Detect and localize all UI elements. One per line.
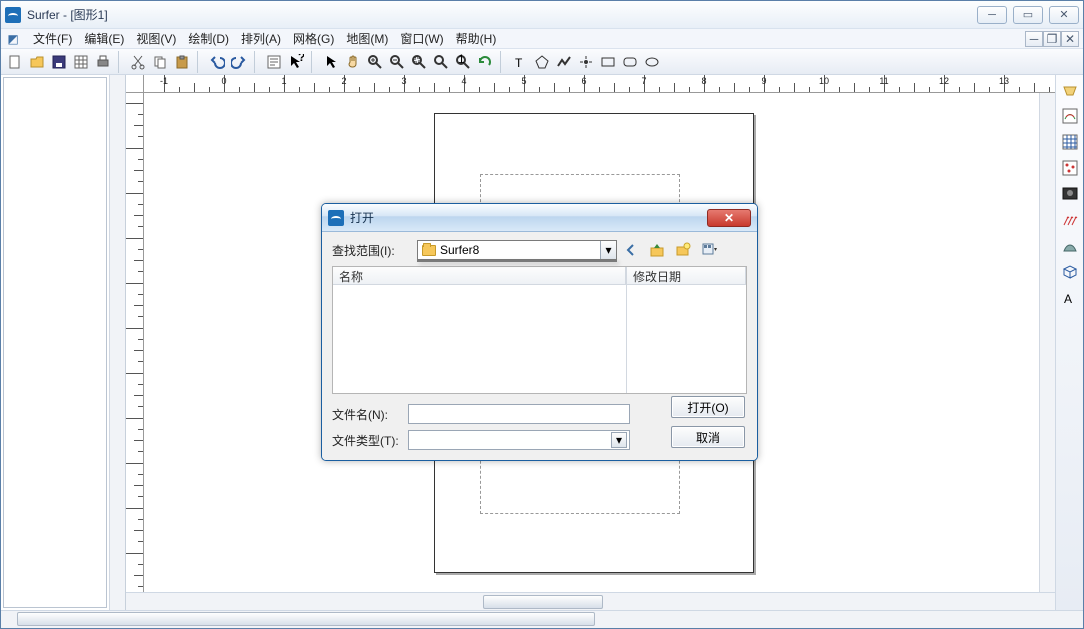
round-rect-icon[interactable] — [620, 52, 640, 72]
look-in-combo[interactable]: Surfer8 ▾ — [417, 240, 617, 260]
look-in-dropdown-tree[interactable] — [417, 260, 617, 262]
mdi-minimize-button[interactable]: ─ — [1025, 31, 1043, 47]
look-in-value: Surfer8 — [440, 243, 479, 257]
mdi-restore-button[interactable]: ❐ — [1043, 31, 1061, 47]
file-list[interactable]: 名称 修改日期 — [332, 266, 747, 394]
mdi-close-button[interactable]: ✕ — [1061, 31, 1079, 47]
help-cursor-icon[interactable]: ? — [286, 52, 306, 72]
polyline-icon[interactable] — [554, 52, 574, 72]
menu-d[interactable]: 绘制(D) — [182, 29, 235, 48]
undo-icon[interactable] — [207, 52, 227, 72]
redo-icon[interactable] — [229, 52, 249, 72]
dock-icon[interactable] — [1059, 79, 1081, 101]
open-icon[interactable] — [27, 52, 47, 72]
horizontal-ruler: -101234567891011121314 — [144, 75, 1055, 93]
menu-f[interactable]: 文件(F) — [27, 29, 78, 48]
print-icon[interactable] — [93, 52, 113, 72]
image-icon[interactable] — [1059, 183, 1081, 205]
app-icon — [5, 7, 21, 23]
map-toolbar: A — [1055, 75, 1083, 610]
mdi-system-icon[interactable]: ◩ — [5, 31, 21, 47]
polygon-icon[interactable] — [532, 52, 552, 72]
svg-text:T: T — [515, 56, 523, 70]
shade-icon[interactable] — [1059, 235, 1081, 257]
contour-icon[interactable] — [1059, 105, 1081, 127]
canvas-vertical-scrollbar[interactable] — [1039, 93, 1055, 592]
zoom-sel-icon[interactable] — [409, 52, 429, 72]
ellipse-icon[interactable] — [642, 52, 662, 72]
open-dialog: 打开 ✕ 查找范围(I): Surfer8 ▾ 名称 修改 — [321, 203, 758, 461]
zoom-fit-icon[interactable] — [431, 52, 451, 72]
chevron-down-icon[interactable]: ▾ — [600, 241, 616, 259]
maximize-button[interactable]: ▭ — [1013, 6, 1043, 24]
dialog-titlebar[interactable]: 打开 ✕ — [322, 204, 757, 232]
chevron-down-icon[interactable]: ▾ — [611, 432, 627, 448]
grid-icon[interactable] — [71, 52, 91, 72]
menu-m[interactable]: 地图(M) — [340, 29, 394, 48]
look-in-label: 查找范围(I): — [332, 242, 402, 259]
filetype-label: 文件类型(T): — [332, 432, 402, 449]
filename-input[interactable] — [408, 404, 630, 424]
ruler-corner — [126, 75, 144, 93]
hand-icon[interactable] — [343, 52, 363, 72]
post-icon[interactable] — [1059, 157, 1081, 179]
canvas-horizontal-scrollbar[interactable] — [126, 592, 1055, 610]
symbol-icon[interactable] — [576, 52, 596, 72]
menu-a[interactable]: 排列(A) — [235, 29, 287, 48]
vertical-ruler — [126, 93, 144, 592]
main-toolbar: ? 1 T — [1, 49, 1083, 75]
zoom-out-icon[interactable] — [387, 52, 407, 72]
new-icon[interactable] — [5, 52, 25, 72]
nav-views-button[interactable] — [698, 240, 720, 260]
nav-back-button[interactable] — [620, 240, 642, 260]
menu-w[interactable]: 窗口(W) — [394, 29, 449, 48]
menu-h[interactable]: 帮助(H) — [450, 29, 503, 48]
window-title: Surfer - [图形1] — [27, 6, 108, 23]
object-manager-panel — [1, 75, 126, 610]
save-icon[interactable] — [49, 52, 69, 72]
open-button[interactable]: 打开(O) — [671, 396, 745, 418]
refresh-icon[interactable] — [475, 52, 495, 72]
svg-text:A: A — [1064, 292, 1072, 306]
nav-new-folder-button[interactable] — [672, 240, 694, 260]
filename-label: 文件名(N): — [332, 406, 402, 423]
paste-icon[interactable] — [172, 52, 192, 72]
menu-g[interactable]: 网格(G) — [287, 29, 340, 48]
object-tree[interactable] — [3, 77, 107, 608]
props-icon[interactable] — [264, 52, 284, 72]
titlebar[interactable]: Surfer - [图形1] ─ ▭ ✕ — [1, 1, 1083, 29]
menu-v[interactable]: 视图(V) — [130, 29, 182, 48]
rect-icon[interactable] — [598, 52, 618, 72]
folder-icon — [422, 245, 436, 256]
vector-icon[interactable] — [1059, 209, 1081, 231]
wireframe-icon[interactable] — [1059, 131, 1081, 153]
nav-up-button[interactable] — [646, 240, 668, 260]
minimize-button[interactable]: ─ — [977, 6, 1007, 24]
svg-text:?: ? — [298, 54, 304, 64]
menu-e[interactable]: 编辑(E) — [78, 29, 130, 48]
column-name-header[interactable]: 名称 — [333, 267, 626, 284]
grid2-icon[interactable] — [1059, 261, 1081, 283]
cancel-button[interactable]: 取消 — [671, 426, 745, 448]
panel-scrollbar[interactable] — [109, 75, 125, 610]
text2-icon[interactable]: A — [1059, 287, 1081, 309]
close-button[interactable]: ✕ — [1049, 6, 1079, 24]
filetype-combo[interactable]: ▾ — [408, 430, 630, 450]
dialog-icon — [328, 210, 344, 226]
dialog-close-button[interactable]: ✕ — [707, 209, 751, 227]
arrow-icon[interactable] — [321, 52, 341, 72]
svg-text:1: 1 — [458, 54, 465, 66]
zoom-actual-icon[interactable]: 1 — [453, 52, 473, 72]
cut-icon[interactable] — [128, 52, 148, 72]
column-date-header[interactable]: 修改日期 — [627, 267, 746, 284]
dialog-title: 打开 — [350, 209, 374, 226]
menubar: ◩ 文件(F)编辑(E)视图(V)绘制(D)排列(A)网格(G)地图(M)窗口(… — [1, 29, 1083, 49]
window-horizontal-scrollbar[interactable] — [1, 610, 1083, 628]
copy-icon[interactable] — [150, 52, 170, 72]
text-icon[interactable]: T — [510, 52, 530, 72]
zoom-in-icon[interactable] — [365, 52, 385, 72]
